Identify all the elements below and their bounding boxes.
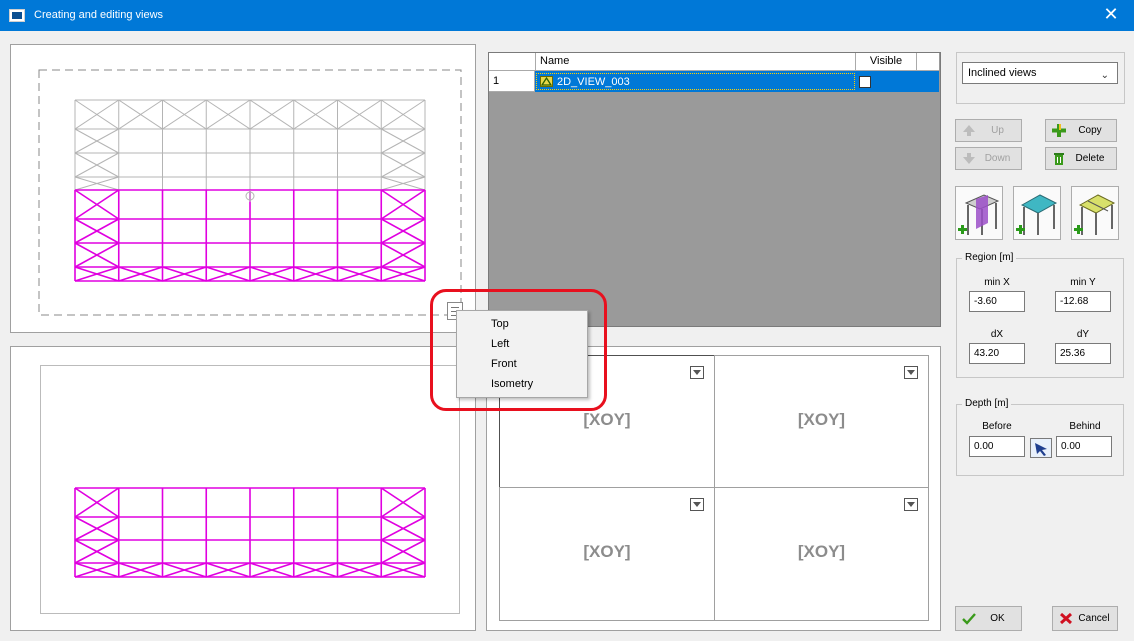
cancel-button[interactable]: Cancel — [1052, 606, 1118, 631]
app-icon — [9, 9, 25, 22]
min-y-field[interactable]: -12.68 — [1055, 291, 1111, 312]
menu-item-front[interactable]: Front — [458, 354, 586, 374]
inclined-plane-view-icon — [1074, 194, 1116, 235]
before-label: Before — [982, 421, 1012, 432]
row-name: 2D_VIEW_003 — [557, 76, 630, 88]
top-view-drawing — [38, 69, 462, 316]
dx-label: dX — [990, 329, 1004, 340]
region-title: Region [m] — [962, 252, 1017, 264]
down-button[interactable]: Down — [955, 147, 1022, 170]
layout-cell[interactable]: [XOY] — [714, 487, 929, 621]
layout-cell[interactable]: [XOY] — [714, 355, 929, 488]
title-bar: Creating and editing views ✕ — [0, 0, 1134, 31]
pick-depth-button[interactable] — [1030, 438, 1052, 458]
view-type-icon — [540, 76, 553, 87]
view-type-value: Inclined views — [968, 67, 1037, 79]
add-vertical-view-button[interactable] — [955, 186, 1003, 240]
depth-title: Depth [m] — [962, 398, 1012, 410]
menu-item-left[interactable]: Left — [458, 334, 586, 354]
cell-view-label: [XOY] — [583, 410, 631, 429]
chevron-down-icon: ⌄ — [1100, 70, 1109, 81]
visible-checkbox[interactable] — [859, 76, 871, 88]
views-grid — [488, 52, 941, 327]
behind-label: Behind — [1069, 421, 1101, 432]
min-x-field[interactable]: -3.60 — [969, 291, 1025, 312]
grid-header: Name Visible — [489, 53, 939, 71]
layout-cell[interactable]: [XOY] — [499, 487, 715, 621]
dx-field[interactable]: 43.20 — [969, 343, 1025, 364]
add-inclined-view-button[interactable] — [1071, 186, 1119, 240]
horizontal-plane-view-icon — [1016, 194, 1058, 235]
dy-field[interactable]: 25.36 — [1055, 343, 1111, 364]
row-number: 1 — [489, 71, 535, 92]
window-title: Creating and editing views — [34, 9, 164, 21]
delete-button[interactable]: Delete — [1045, 147, 1117, 170]
view-type-select[interactable]: Inclined views ⌄ — [962, 62, 1118, 84]
region-group: Region [m] min X min Y -3.60 -12.68 dX d… — [956, 252, 1124, 378]
view-context-menu: Top Left Front Isometry — [456, 310, 588, 398]
cell-view-label: [XOY] — [583, 542, 631, 561]
depth-group: Depth [m] Before Behind 0.00 0.00 — [956, 398, 1124, 476]
chevron-down-icon[interactable] — [904, 498, 918, 511]
chevron-down-icon[interactable] — [690, 498, 704, 511]
row-name-cell[interactable]: 2D_VIEW_003 — [536, 73, 855, 90]
menu-item-isometry[interactable]: Isometry — [458, 374, 586, 394]
cell-view-label: [XOY] — [797, 542, 846, 561]
up-button[interactable]: Up — [955, 119, 1022, 142]
column-header-name[interactable]: Name — [536, 53, 856, 71]
close-button[interactable]: ✕ — [1088, 0, 1134, 31]
dy-label: dY — [1076, 329, 1090, 340]
menu-item-top[interactable]: Top — [458, 314, 586, 334]
column-header-number — [489, 53, 536, 71]
chevron-down-icon[interactable] — [690, 366, 704, 379]
bottom-view-drawing — [74, 487, 426, 578]
chevron-down-icon[interactable] — [904, 366, 918, 379]
min-y-label: min Y — [1070, 277, 1096, 288]
copy-button[interactable]: Copy — [1045, 119, 1117, 142]
add-horizontal-view-button[interactable] — [1013, 186, 1061, 240]
behind-field[interactable]: 0.00 — [1056, 436, 1112, 457]
ok-button[interactable]: OK — [955, 606, 1022, 631]
column-header-visible[interactable]: Visible — [856, 53, 917, 71]
min-x-label: min X — [984, 277, 1010, 288]
cell-view-label: [XOY] — [797, 410, 846, 429]
before-field[interactable]: 0.00 — [969, 436, 1025, 457]
table-row[interactable]: 1 2D_VIEW_003 — [489, 71, 939, 92]
vertical-plane-view-icon — [958, 194, 1000, 235]
pick-arrow-icon — [1035, 443, 1047, 456]
